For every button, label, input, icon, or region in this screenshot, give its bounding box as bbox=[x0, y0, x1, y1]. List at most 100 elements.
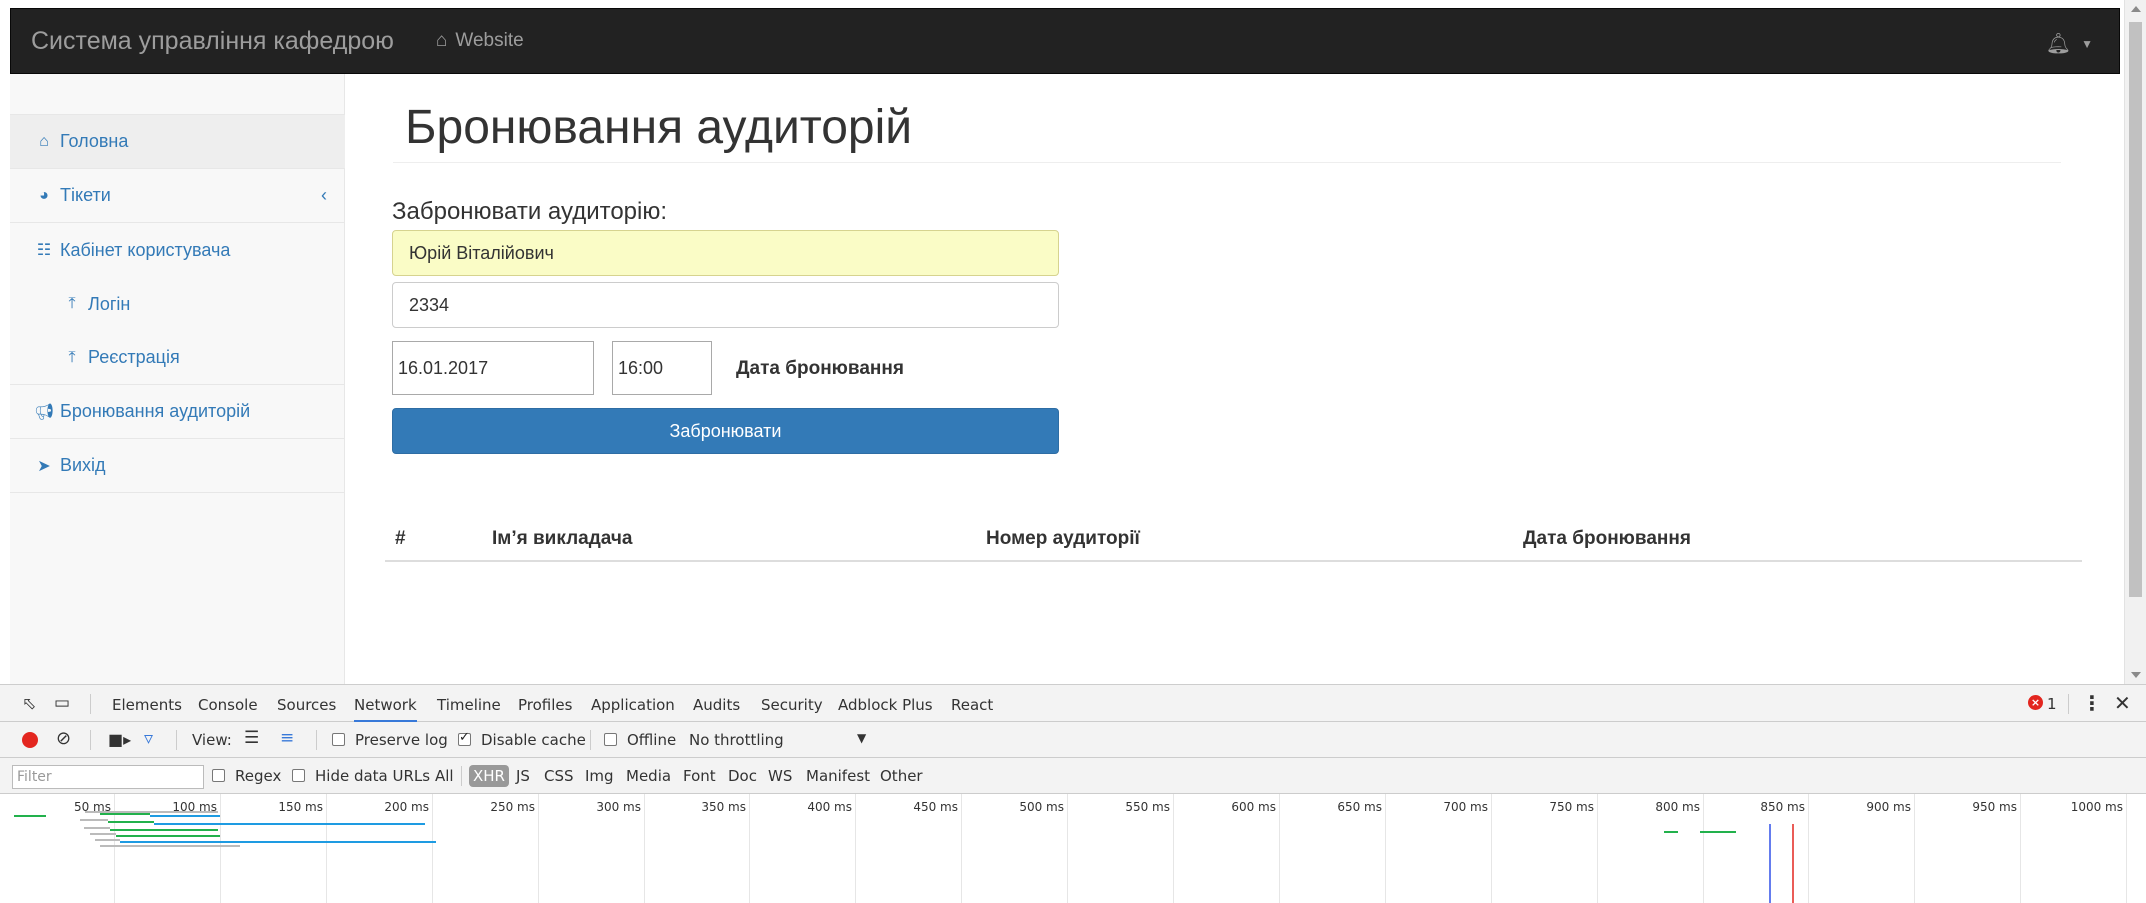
booking-date-caption: Дата бронювання bbox=[736, 358, 904, 379]
throttling-select[interactable]: No throttling bbox=[689, 731, 784, 749]
network-filter-bar: Filter Regex Hide data URLs All XHR JS C… bbox=[0, 758, 2146, 794]
column-header-number: # bbox=[395, 528, 406, 549]
overview-icon[interactable]: ≡ bbox=[280, 728, 294, 748]
error-icon[interactable]: × bbox=[2028, 695, 2043, 710]
type-filter-css[interactable]: CSS bbox=[544, 767, 574, 785]
type-filter-manifest[interactable]: Manifest bbox=[806, 767, 870, 785]
sidebar-item-label: Логін bbox=[88, 293, 131, 314]
type-filter-media[interactable]: Media bbox=[626, 767, 671, 785]
sidebar-item-label: Вихід bbox=[60, 455, 106, 475]
device-toolbar-icon[interactable]: ▭ bbox=[54, 693, 70, 713]
sidebar-item-login[interactable]: ⤒ Логін bbox=[10, 277, 345, 331]
network-overview-timeline[interactable]: 50 ms 100 ms 150 ms 200 ms 250 ms 300 ms 350 m… bbox=[0, 794, 2146, 903]
bookings-table: # Імʼя викладача Номер аудиторії Дата бр… bbox=[385, 510, 2082, 562]
website-link[interactable]: ⌂ Website bbox=[436, 30, 524, 52]
type-filter-all[interactable]: All bbox=[435, 767, 454, 785]
regex-checkbox[interactable] bbox=[212, 769, 225, 782]
tab-elements[interactable]: Elements bbox=[112, 696, 182, 714]
column-header-teacher: Імʼя викладача bbox=[492, 528, 633, 549]
column-header-date: Дата бронювання bbox=[1523, 528, 1691, 549]
tab-security[interactable]: Security bbox=[761, 696, 823, 714]
sidebar-item-user-cabinet[interactable]: ☷ Кабінет користувача bbox=[10, 223, 345, 277]
timeline-bars bbox=[14, 811, 1794, 903]
tab-sources[interactable]: Sources bbox=[277, 696, 336, 714]
error-count[interactable]: 1 bbox=[2047, 695, 2057, 713]
throttling-dropdown-icon[interactable]: ▼ bbox=[857, 731, 866, 745]
inspect-element-icon[interactable]: ⬁ bbox=[22, 694, 36, 714]
close-devtools-icon[interactable]: ✕ bbox=[2114, 691, 2131, 715]
preserve-log-checkbox[interactable] bbox=[332, 733, 345, 746]
booking-form-label: Забронювати аудиторію: bbox=[392, 198, 668, 225]
bullhorn-icon: 📢︎ bbox=[34, 403, 55, 421]
preserve-log-label: Preserve log bbox=[355, 731, 448, 749]
room-number-input[interactable]: 2334 bbox=[392, 282, 1059, 328]
type-filter-js[interactable]: JS bbox=[516, 767, 530, 785]
sidebar: ⌂ Головна ◕ Тікети ‹ ☷ Кабінет користува… bbox=[10, 74, 345, 684]
bell-icon: 🔔︎ bbox=[2045, 33, 2072, 55]
type-filter-img[interactable]: Img bbox=[585, 767, 614, 785]
brand-link[interactable]: Система управління кафедрою bbox=[31, 27, 394, 56]
filter-icon[interactable]: ▿ bbox=[144, 728, 153, 749]
more-options-icon[interactable]: ⋮ bbox=[2082, 691, 2102, 715]
disable-cache-checkbox[interactable] bbox=[458, 730, 471, 746]
book-button[interactable]: Забронювати bbox=[392, 408, 1059, 454]
booking-time-input[interactable]: 16:00 bbox=[612, 341, 712, 395]
booking-date-input[interactable]: 16.01.2017 bbox=[392, 341, 594, 395]
offline-checkbox[interactable] bbox=[604, 733, 617, 746]
type-filter-ws[interactable]: WS bbox=[768, 767, 792, 785]
filter-input[interactable]: Filter bbox=[12, 765, 204, 789]
sidebar-item-logout[interactable]: ➤ Вихід bbox=[10, 439, 345, 493]
browser-viewport: Система управління кафедрою ⌂ Website 🔔︎… bbox=[0, 0, 2146, 684]
scroll-up-arrow-icon[interactable] bbox=[2131, 6, 2141, 12]
teacher-name-input[interactable]: Юрій Віталійович bbox=[392, 230, 1059, 276]
table-header-row: # Імʼя викладача Номер аудиторії Дата бр… bbox=[385, 510, 2082, 562]
home-icon: ⌂ bbox=[435, 30, 448, 51]
sidebar-item-tickets[interactable]: ◕ Тікети ‹ bbox=[10, 169, 345, 223]
page-scrollbar[interactable] bbox=[2124, 0, 2146, 684]
sidebar-menu: ⌂ Головна ◕ Тікети ‹ ☷ Кабінет користува… bbox=[10, 114, 345, 493]
notifications-dropdown[interactable]: 🔔︎ ▼ bbox=[2046, 31, 2093, 56]
tab-profiles[interactable]: Profiles bbox=[518, 696, 572, 714]
type-filter-other[interactable]: Other bbox=[880, 767, 923, 785]
tab-application[interactable]: Application bbox=[591, 696, 675, 714]
sidebar-item-home[interactable]: ⌂ Головна bbox=[10, 115, 345, 169]
regex-label: Regex bbox=[235, 767, 282, 785]
sidebar-item-label: Бронювання аудиторій bbox=[60, 401, 251, 421]
hide-data-urls-label: Hide data URLs bbox=[315, 767, 431, 785]
website-label: Website bbox=[455, 30, 524, 51]
paper-plane-icon: ➤ bbox=[37, 457, 51, 475]
top-navbar: Система управління кафедрою ⌂ Website 🔔︎… bbox=[10, 8, 2120, 74]
devtools-tab-bar: ⬁ ▭ Elements Console Sources Network Tim… bbox=[0, 685, 2146, 722]
tab-audits[interactable]: Audits bbox=[693, 696, 740, 714]
record-icon[interactable] bbox=[22, 732, 38, 748]
tab-timeline[interactable]: Timeline bbox=[437, 696, 501, 714]
clear-icon[interactable]: ⊘ bbox=[56, 728, 71, 749]
view-label: View: bbox=[192, 731, 232, 749]
devtools-panel: ⬁ ▭ Elements Console Sources Network Tim… bbox=[0, 684, 2146, 903]
tab-network[interactable]: Network bbox=[354, 696, 417, 722]
scroll-down-arrow-icon[interactable] bbox=[2131, 672, 2141, 678]
hide-data-urls-checkbox[interactable] bbox=[292, 769, 305, 782]
sidebar-item-label: Тікети bbox=[60, 185, 111, 205]
upload-icon: ⤒ bbox=[68, 348, 76, 366]
dashboard-icon: ◕ bbox=[39, 186, 49, 204]
large-rows-icon[interactable]: ☰ bbox=[244, 728, 259, 748]
page-title: Бронювання аудиторій bbox=[405, 101, 913, 154]
network-toolbar: ⊘ ■▸ ▿ View: ☰ ≡ Preserve log Disable ca… bbox=[0, 722, 2146, 758]
sidebar-item-registration[interactable]: ⤒ Реєстрація bbox=[10, 331, 345, 385]
tab-adblock-plus[interactable]: Adblock Plus bbox=[838, 696, 933, 714]
type-filter-doc[interactable]: Doc bbox=[728, 767, 757, 785]
type-filter-xhr[interactable]: XHR bbox=[469, 765, 509, 787]
home-icon: ⌂ bbox=[39, 132, 49, 150]
chevron-left-icon: ‹ bbox=[321, 185, 327, 205]
sitemap-icon: ☷ bbox=[36, 242, 52, 259]
tab-react[interactable]: React bbox=[951, 696, 993, 714]
upload-icon: ⤒ bbox=[68, 295, 76, 312]
sidebar-item-label: Головна bbox=[60, 131, 129, 151]
caret-down-icon: ▼ bbox=[2081, 36, 2093, 51]
capture-screenshots-icon[interactable]: ■▸ bbox=[108, 730, 131, 749]
tab-console[interactable]: Console bbox=[198, 696, 258, 714]
sidebar-item-room-booking[interactable]: 📢︎ Бронювання аудиторій bbox=[10, 385, 345, 439]
scroll-thumb[interactable] bbox=[2129, 22, 2142, 597]
type-filter-font[interactable]: Font bbox=[683, 767, 716, 785]
